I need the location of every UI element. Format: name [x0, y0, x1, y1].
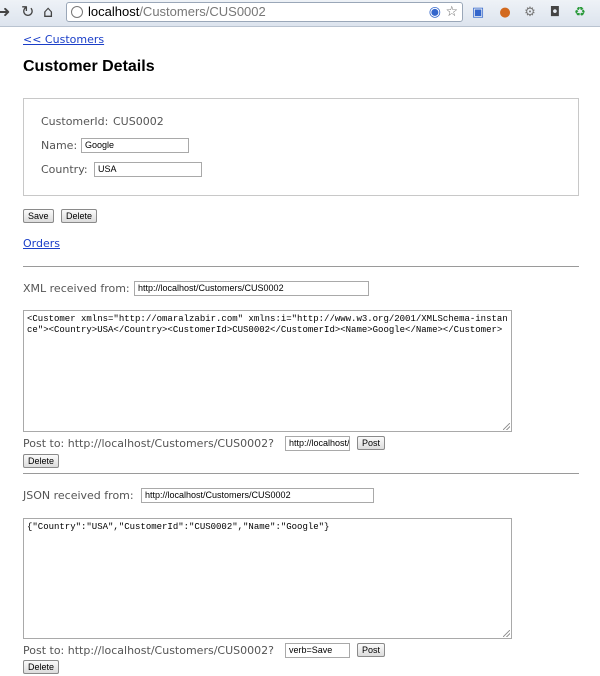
address-text: localhost/Customers/CUS0002	[88, 4, 266, 19]
reload-icon[interactable]: ↻	[21, 3, 34, 21]
resize-handle[interactable]	[503, 423, 510, 430]
page-title: Customer Details	[23, 58, 155, 75]
name-label: Name:	[41, 139, 78, 152]
json-content-text: {"Country":"USA","CustomerId":"CUS0002",…	[27, 522, 330, 532]
orders-link[interactable]: Orders	[23, 237, 60, 250]
json-post-field[interactable]: verb=Save	[285, 643, 350, 658]
xml-content-text: <Customer xmlns="http://omaralzabir.com"…	[27, 314, 508, 335]
divider	[23, 473, 579, 474]
delicious-extension-icon[interactable]: ▣	[470, 5, 486, 21]
green-extension-icon[interactable]: ♻	[572, 5, 588, 21]
page-action-icon[interactable]: ◉	[429, 5, 441, 19]
json-received-label: JSON received from:	[23, 489, 134, 502]
country-label: Country:	[41, 163, 88, 176]
xml-url-field[interactable]: http://localhost/Customers/CUS0002	[134, 281, 369, 296]
delete-customer-button[interactable]: Delete	[61, 209, 98, 223]
globe-icon	[71, 6, 83, 18]
json-content-textarea[interactable]: {"Country":"USA","CustomerId":"CUS0002",…	[23, 518, 512, 639]
xml-post-button[interactable]: Post	[357, 436, 386, 450]
divider	[23, 266, 579, 267]
xml-delete-button[interactable]: Delete	[23, 454, 60, 468]
customer-id-label: CustomerId:	[41, 115, 109, 128]
json-post-button[interactable]: Post	[357, 643, 386, 657]
settings-extension-icon[interactable]: ⚙	[522, 5, 538, 21]
json-delete-button[interactable]: Delete	[23, 660, 60, 674]
name-field[interactable]: Google	[81, 138, 189, 153]
back-to-customers-link[interactable]: << Customers	[23, 33, 104, 46]
chrome-extension-icon[interactable]: ●	[497, 5, 513, 21]
customer-id-value: CUS0002	[113, 115, 164, 128]
xml-post-label: Post to: http://localhost/Customers/CUS0…	[23, 437, 274, 450]
bookmark-star-icon[interactable]: ☆	[445, 5, 458, 19]
json-post-label: Post to: http://localhost/Customers/CUS0…	[23, 644, 274, 657]
country-field[interactable]: USA	[94, 162, 202, 177]
resize-handle[interactable]	[503, 630, 510, 637]
home-icon[interactable]: ⌂	[43, 3, 53, 21]
xml-received-label: XML received from:	[23, 282, 130, 295]
address-bar[interactable]: localhost/Customers/CUS0002 ◉ ☆	[66, 2, 463, 22]
xml-post-field[interactable]: http://localhost/Customers/CUS0002	[285, 436, 350, 451]
browser-toolbar: ➜ ↻ ⌂ localhost/Customers/CUS0002 ◉ ☆ ▣ …	[0, 0, 600, 27]
camera-extension-icon[interactable]: ◘	[547, 5, 563, 21]
save-button[interactable]: Save	[23, 209, 54, 223]
customer-details-panel: CustomerId: CUS0002 Name: Google Country…	[23, 98, 579, 196]
forward-icon[interactable]: ➜	[0, 3, 10, 21]
xml-content-textarea[interactable]: <Customer xmlns="http://omaralzabir.com"…	[23, 310, 512, 432]
json-url-field[interactable]: http://localhost/Customers/CUS0002	[141, 488, 374, 503]
